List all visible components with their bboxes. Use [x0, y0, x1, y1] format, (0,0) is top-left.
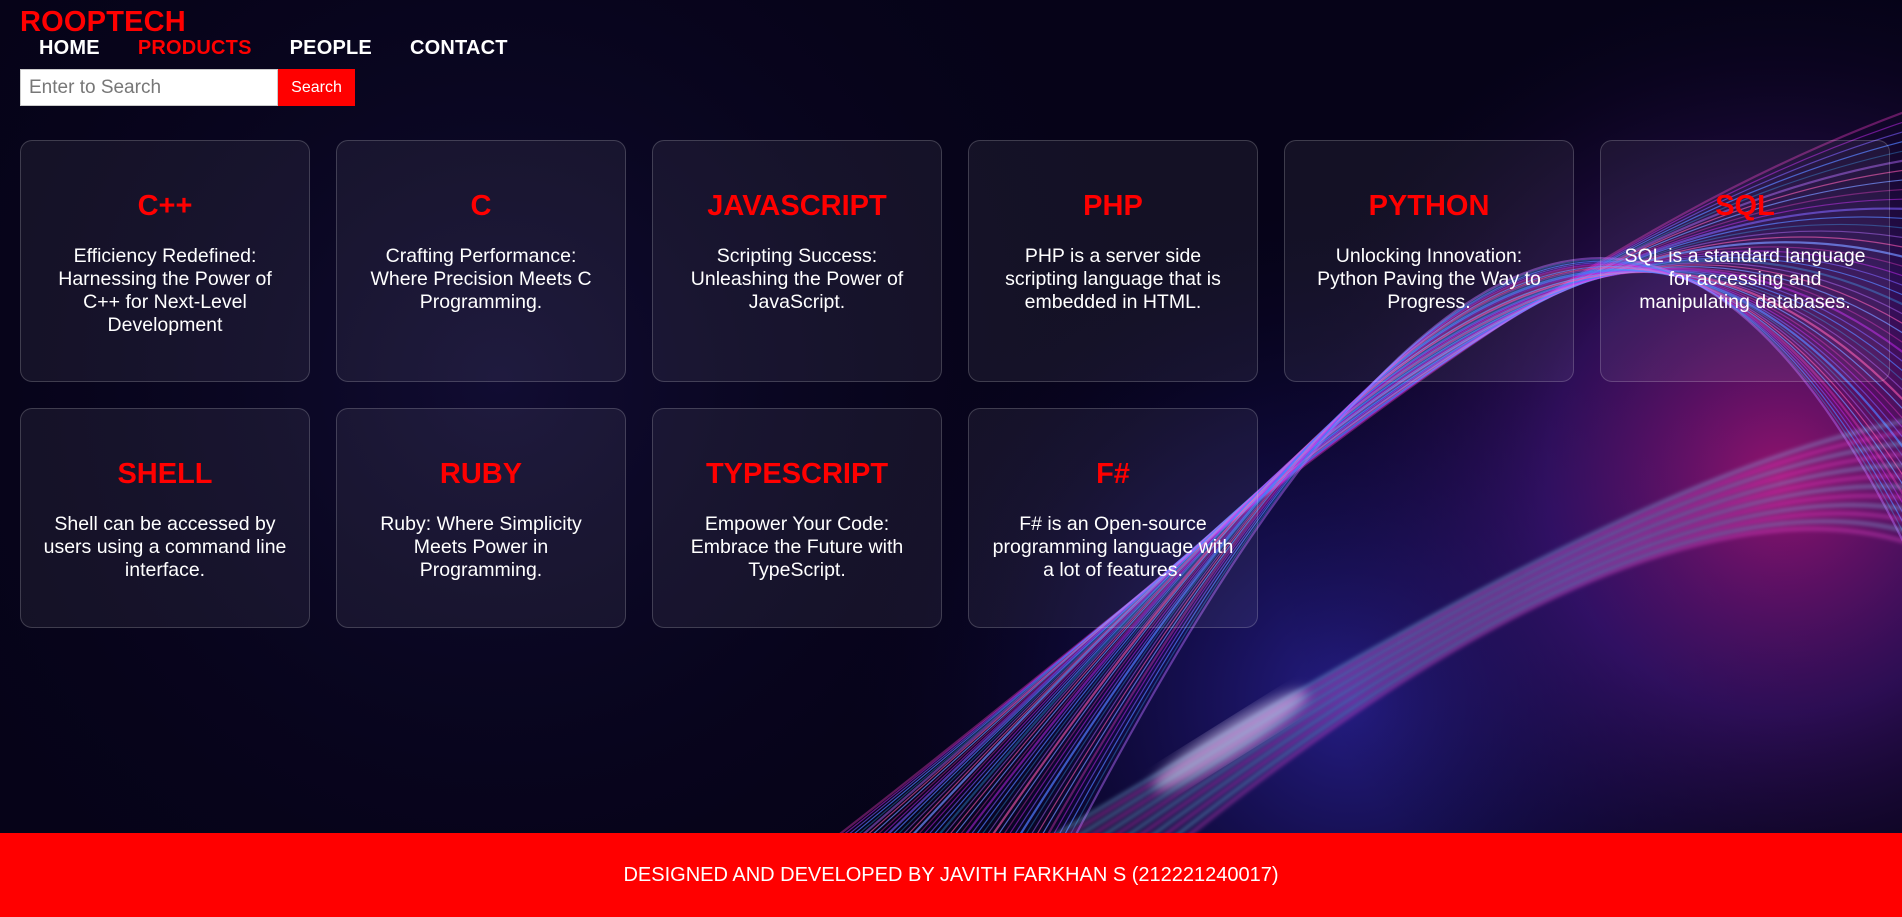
card-title: F# — [1096, 458, 1130, 490]
nav-home-link[interactable]: HOME — [39, 34, 100, 62]
product-card-c[interactable]: C Crafting Performance: Where Precision … — [336, 140, 626, 382]
nav-people-link[interactable]: PEOPLE — [290, 34, 372, 62]
product-card-sql[interactable]: SQL SQL is a standard language for acces… — [1600, 140, 1890, 382]
card-description: PHP is a server side scripting language … — [1005, 245, 1221, 313]
card-description: Empower Your Code: Embrace the Future wi… — [690, 513, 904, 581]
product-card-ruby[interactable]: RUBY Ruby: Where Simplicity Meets Power … — [336, 408, 626, 628]
product-card-javascript[interactable]: JAVASCRIPT Scripting Success: Unleashing… — [652, 140, 942, 382]
card-title: JAVASCRIPT — [707, 190, 887, 222]
card-title: C++ — [137, 190, 193, 222]
card-description: Efficiency Redefined: Harnessing the Pow… — [58, 245, 272, 336]
search-bar: Search — [20, 69, 546, 106]
card-description: F# is an Open-source programming languag… — [992, 513, 1234, 581]
nav-contact-link[interactable]: CONTACT — [410, 34, 508, 62]
card-description: Crafting Performance: Where Precision Me… — [370, 245, 592, 313]
search-button[interactable]: Search — [278, 69, 355, 106]
product-card-cpp[interactable]: C++ Efficiency Redefined: Harnessing the… — [20, 140, 310, 382]
card-description: SQL is a standard language for accessing… — [1624, 245, 1866, 313]
product-card-shell[interactable]: SHELL Shell can be accessed by users usi… — [20, 408, 310, 628]
nav-products-link[interactable]: PRODUCTS — [138, 34, 252, 62]
card-title: PHP — [1083, 190, 1143, 222]
card-title: SQL — [1715, 190, 1775, 222]
product-card-php[interactable]: PHP PHP is a server side scripting langu… — [968, 140, 1258, 382]
card-title: SHELL — [117, 458, 213, 490]
card-title: C — [470, 190, 492, 222]
search-input[interactable] — [20, 69, 278, 106]
product-card-python[interactable]: PYTHON Unlocking Innovation: Python Pavi… — [1284, 140, 1574, 382]
card-description: Scripting Success: Unleashing the Power … — [690, 245, 904, 313]
card-title: PYTHON — [1368, 190, 1490, 222]
card-title: RUBY — [439, 458, 523, 490]
footer-credits: DESIGNED AND DEVELOPED BY JAVITH FARKHAN… — [623, 863, 1279, 886]
products-grid: C++ Efficiency Redefined: Harnessing the… — [20, 140, 1902, 628]
card-description: Unlocking Innovation: Python Paving the … — [1317, 245, 1541, 313]
site-footer: DESIGNED AND DEVELOPED BY JAVITH FARKHAN… — [0, 833, 1902, 917]
product-card-fsharp[interactable]: F# F# is an Open-source programming lang… — [968, 408, 1258, 628]
card-description: Shell can be accessed by users using a c… — [43, 513, 287, 581]
card-description: Ruby: Where Simplicity Meets Power in Pr… — [380, 513, 582, 581]
card-title: TYPESCRIPT — [705, 458, 889, 490]
product-card-typescript[interactable]: TYPESCRIPT Empower Your Code: Embrace th… — [652, 408, 942, 628]
site-header: ROOPTECH HOME PRODUCTS PEOPLE CONTACT Se… — [20, 4, 546, 106]
